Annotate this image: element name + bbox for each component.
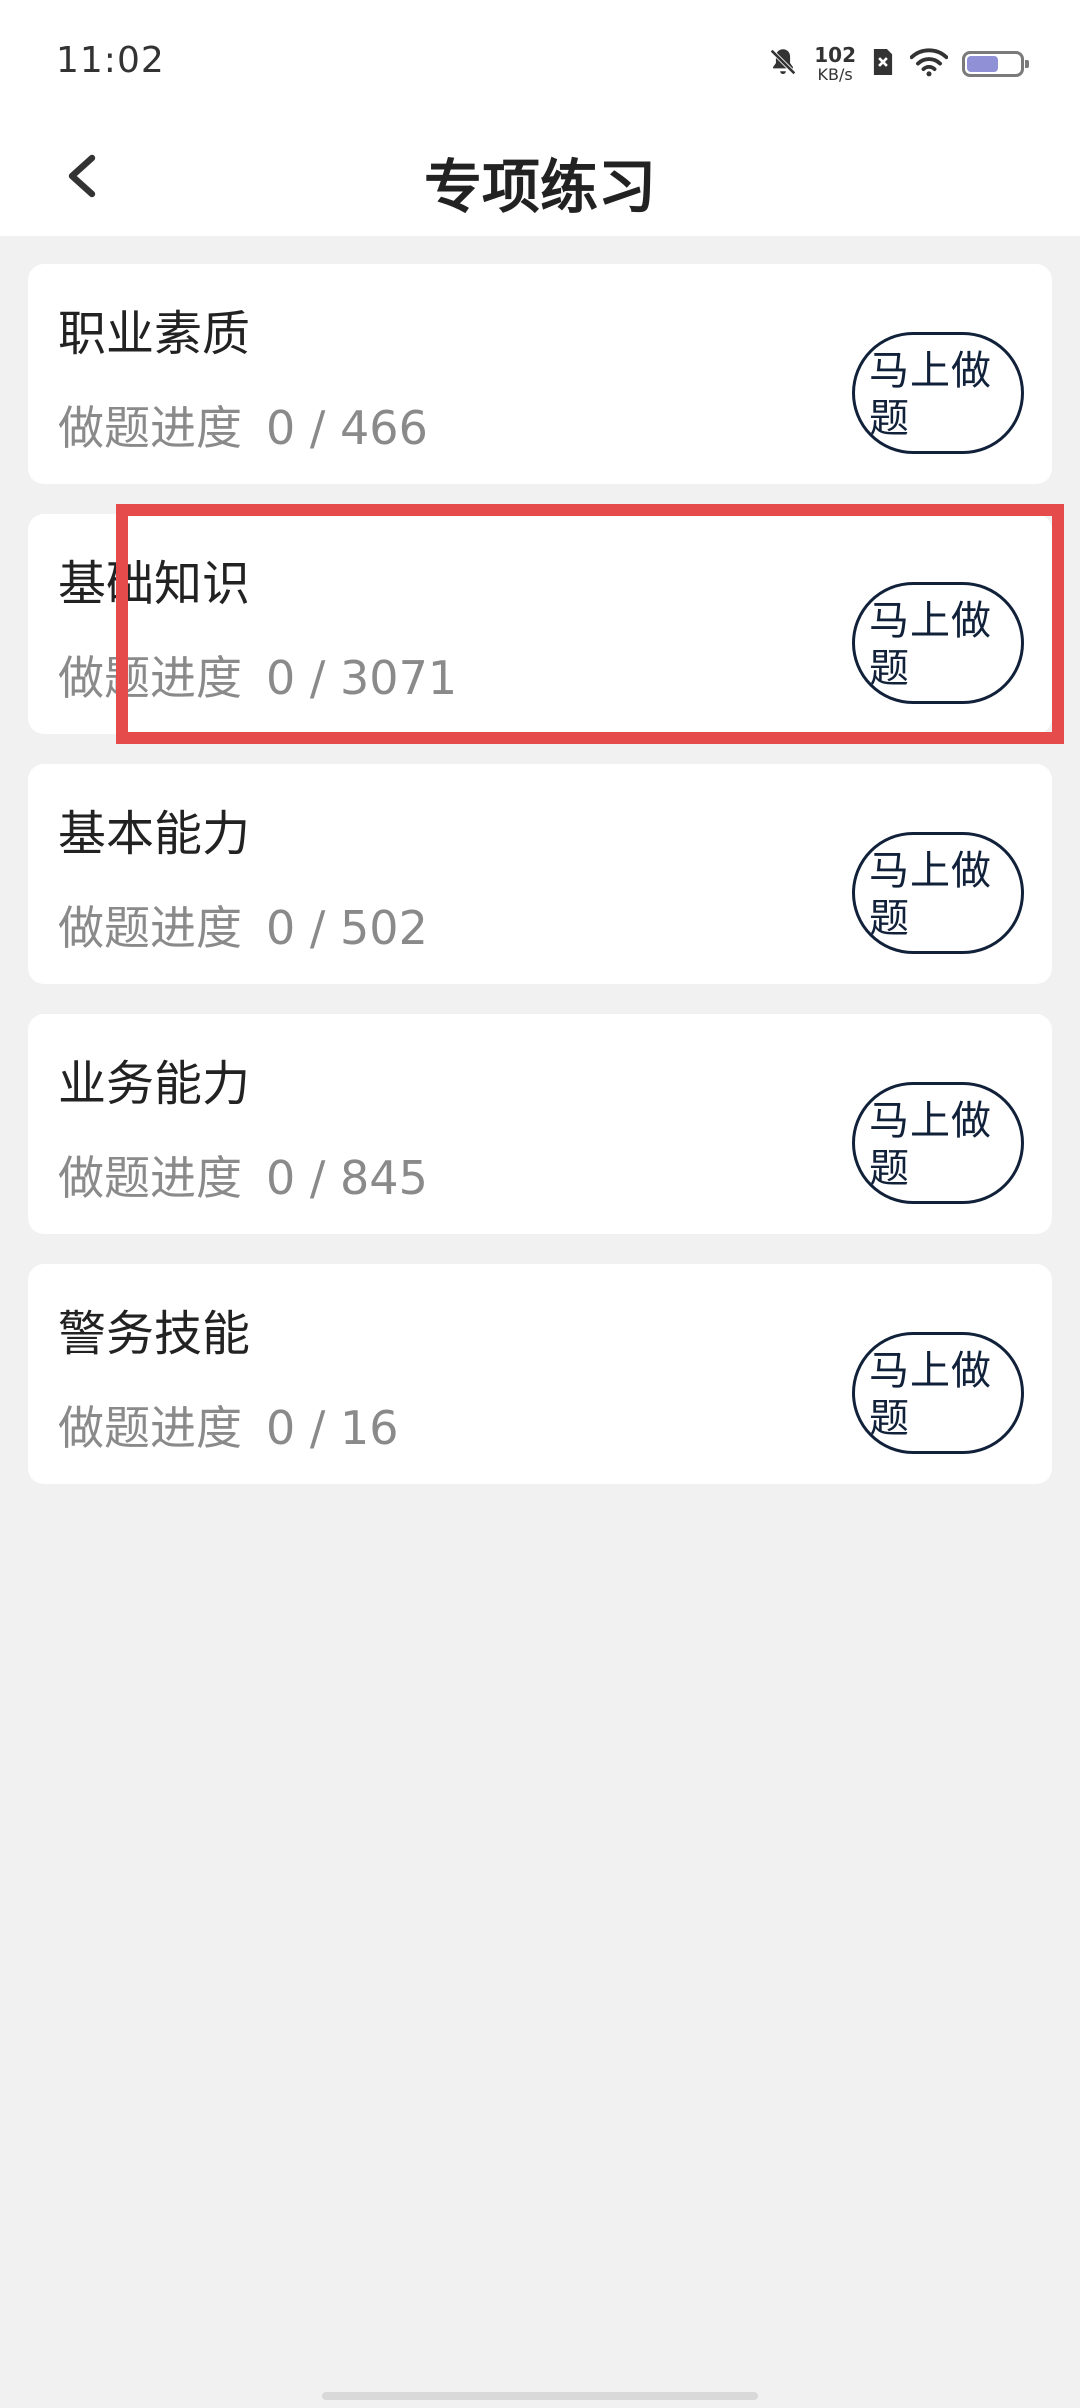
practice-card-professional-quality: 职业素质 做题进度 0 / 466 马上做题 <box>28 264 1052 484</box>
network-speed: 102 KB/s <box>814 45 856 83</box>
practice-card-basic-knowledge: 基础知识 做题进度 0 / 3071 马上做题 <box>28 514 1052 734</box>
progress-total: 466 <box>340 401 428 455</box>
progress-label: 做题进度 <box>58 401 242 455</box>
bell-muted-icon <box>766 45 800 83</box>
network-speed-unit: KB/s <box>817 65 853 84</box>
card-title: 职业素质 <box>58 306 251 362</box>
card-title: 基础知识 <box>58 556 251 612</box>
progress-label: 做题进度 <box>58 1151 242 1205</box>
practice-card-business-ability: 业务能力 做题进度 0 / 845 马上做题 <box>28 1014 1052 1234</box>
card-progress: 做题进度 0 / 3071 <box>58 651 458 705</box>
progress-total: 3071 <box>340 651 458 705</box>
home-indicator[interactable] <box>322 2392 758 2400</box>
card-title: 业务能力 <box>58 1056 251 1112</box>
battery-level <box>967 56 999 72</box>
progress-total: 16 <box>340 1401 399 1455</box>
card-progress: 做题进度 0 / 16 <box>58 1401 399 1455</box>
network-speed-value: 102 <box>814 43 856 67</box>
start-practice-button[interactable]: 马上做题 <box>852 1332 1024 1454</box>
header: 专项练习 <box>0 120 1080 236</box>
start-practice-button[interactable]: 马上做题 <box>852 332 1024 454</box>
progress-total: 845 <box>340 1151 428 1205</box>
progress-done: 0 <box>266 651 296 705</box>
practice-card-basic-ability: 基本能力 做题进度 0 / 502 马上做题 <box>28 764 1052 984</box>
practice-list: 职业素质 做题进度 0 / 466 马上做题 基础知识 做题进度 0 / 3071 … <box>28 264 1052 1514</box>
progress-label: 做题进度 <box>58 651 242 705</box>
progress-total: 502 <box>340 901 428 955</box>
start-practice-button[interactable]: 马上做题 <box>852 832 1024 954</box>
card-progress: 做题进度 0 / 845 <box>58 1151 428 1205</box>
wifi-icon <box>909 47 949 81</box>
progress-done: 0 <box>266 401 296 455</box>
progress-done: 0 <box>266 1401 296 1455</box>
progress-label: 做题进度 <box>58 1401 242 1455</box>
start-practice-button[interactable]: 马上做题 <box>852 1082 1024 1204</box>
status-bar: 11:02 102 KB/s <box>0 0 1080 120</box>
progress-label: 做题进度 <box>58 901 242 955</box>
status-icons: 102 KB/s <box>766 42 1029 86</box>
battery-tip <box>1025 60 1029 68</box>
sim-disabled-icon <box>870 46 896 82</box>
practice-card-police-skills: 警务技能 做题进度 0 / 16 马上做题 <box>28 1264 1052 1484</box>
battery-icon <box>962 51 1029 77</box>
start-practice-button[interactable]: 马上做题 <box>852 582 1024 704</box>
card-title: 基本能力 <box>58 806 251 862</box>
progress-done: 0 <box>266 1151 296 1205</box>
status-time: 11:02 <box>56 40 165 81</box>
card-progress: 做题进度 0 / 502 <box>58 901 428 955</box>
card-title: 警务技能 <box>58 1306 251 1362</box>
progress-done: 0 <box>266 901 296 955</box>
page-title: 专项练习 <box>423 153 656 221</box>
card-progress: 做题进度 0 / 466 <box>58 401 428 455</box>
